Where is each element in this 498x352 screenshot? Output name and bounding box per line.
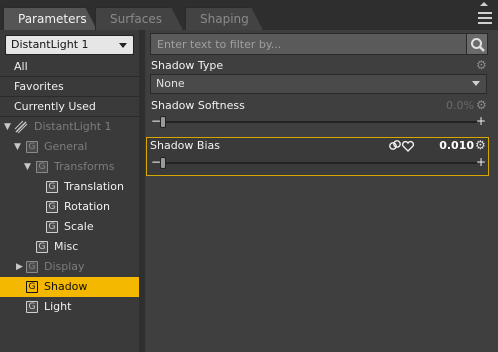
tree-item-label: Rotation — [64, 200, 111, 213]
shadow-softness-slider[interactable]: − + — [150, 114, 487, 129]
shadow-softness-label: Shadow Softness — [151, 99, 245, 112]
tree-item-shadow[interactable]: G Shadow — [0, 277, 139, 297]
node-select-value: DistantLight 1 — [11, 38, 89, 51]
shadow-bias-label: Shadow Bias — [150, 139, 220, 152]
link-heart-icons — [389, 140, 415, 152]
chevron-down-icon — [119, 43, 127, 48]
group-icon: G — [46, 201, 58, 213]
gear-icon[interactable]: ⚙ — [476, 99, 488, 111]
tree-item-light[interactable]: G Light — [0, 297, 139, 317]
pane-menu-icon[interactable] — [476, 2, 494, 24]
tree-item-label: Shadow — [44, 280, 88, 293]
parameters-panel: Shadow Type ⚙ None Shadow Softness 0.0% … — [146, 30, 498, 352]
expand-right-icon[interactable]: ▶ — [16, 257, 26, 277]
tree-item-label: Display — [44, 260, 85, 273]
light-icon — [14, 120, 28, 134]
tree-item-label: DistantLight 1 — [34, 120, 112, 133]
shadow-softness-param: Shadow Softness 0.0% ⚙ − + — [147, 99, 488, 133]
tree-item-label: General — [44, 140, 88, 153]
tree-item-label: Light — [44, 300, 72, 313]
search-button[interactable] — [466, 33, 488, 55]
tree-item-label: Misc — [54, 240, 79, 253]
tree-item-label: Scale — [64, 220, 94, 233]
shadow-bias-param: Shadow Bias 0.010 ⚙ − + — [146, 137, 489, 176]
slider-track — [160, 162, 477, 164]
gear-icon[interactable]: ⚙ — [475, 139, 487, 151]
shadow-type-param: Shadow Type ⚙ None — [147, 59, 488, 95]
slider-track — [160, 121, 477, 123]
shadow-bias-slider[interactable]: − + — [150, 155, 487, 170]
tree-item-rotation[interactable]: G Rotation — [0, 197, 139, 217]
increment-icon[interactable]: + — [476, 114, 486, 128]
group-icon: G — [26, 281, 38, 293]
slider-knob[interactable] — [160, 116, 166, 128]
chevron-down-icon — [472, 81, 480, 86]
increment-icon[interactable]: + — [476, 155, 486, 169]
tab-bar: Parameters Surfaces Shaping — [0, 0, 498, 30]
tab-shaping[interactable]: Shaping — [185, 7, 263, 30]
group-icon: G — [46, 181, 58, 193]
group-icon: G — [26, 301, 38, 313]
group-icon: G — [46, 221, 58, 233]
tree-item-misc[interactable]: G Misc — [0, 237, 139, 257]
tree-item-scale[interactable]: G Scale — [0, 217, 139, 237]
panel-splitter[interactable] — [139, 30, 145, 352]
tab-surfaces[interactable]: Surfaces — [95, 7, 183, 30]
expand-down-icon[interactable]: ▼ — [14, 137, 24, 157]
expand-down-icon[interactable]: ▼ — [4, 117, 14, 137]
tree-item-general[interactable]: ▼ G General — [0, 137, 139, 157]
gear-icon[interactable]: ⚙ — [476, 59, 488, 71]
group-icon: G — [36, 241, 48, 253]
search-icon — [471, 38, 485, 52]
node-select-dropdown[interactable]: DistantLight 1 — [5, 35, 134, 55]
shadow-type-dropdown[interactable]: None — [150, 74, 487, 94]
expand-down-icon[interactable]: ▼ — [24, 157, 34, 177]
tree-item-label: Transforms — [54, 160, 115, 173]
group-icon: G — [26, 141, 38, 153]
tree-item-translation[interactable]: G Translation — [0, 177, 139, 197]
group-icon: G — [26, 261, 38, 273]
tree-item-transforms[interactable]: ▼ G Transforms — [0, 157, 139, 177]
tree-item-display[interactable]: ▶ G Display — [0, 257, 139, 277]
tab-parameters[interactable]: Parameters — [3, 7, 97, 30]
tree-item-distantlight[interactable]: ▼ DistantLight 1 — [0, 117, 139, 137]
tree-item-label: Translation — [64, 180, 124, 193]
filter-all[interactable]: All — [0, 57, 139, 77]
filter-input[interactable] — [150, 33, 467, 55]
shadow-type-value: None — [156, 77, 185, 90]
left-panel: DistantLight 1 All Favorites Currently U… — [0, 30, 140, 352]
group-icon: G — [36, 161, 48, 173]
shadow-bias-value[interactable]: 0.010 — [439, 139, 474, 152]
slider-knob[interactable] — [160, 157, 166, 169]
filter-favorites[interactable]: Favorites — [0, 77, 139, 97]
shadow-type-label: Shadow Type — [151, 59, 224, 72]
filter-currently-used[interactable]: Currently Used — [0, 97, 139, 117]
shadow-softness-value[interactable]: 0.0% — [446, 99, 474, 112]
